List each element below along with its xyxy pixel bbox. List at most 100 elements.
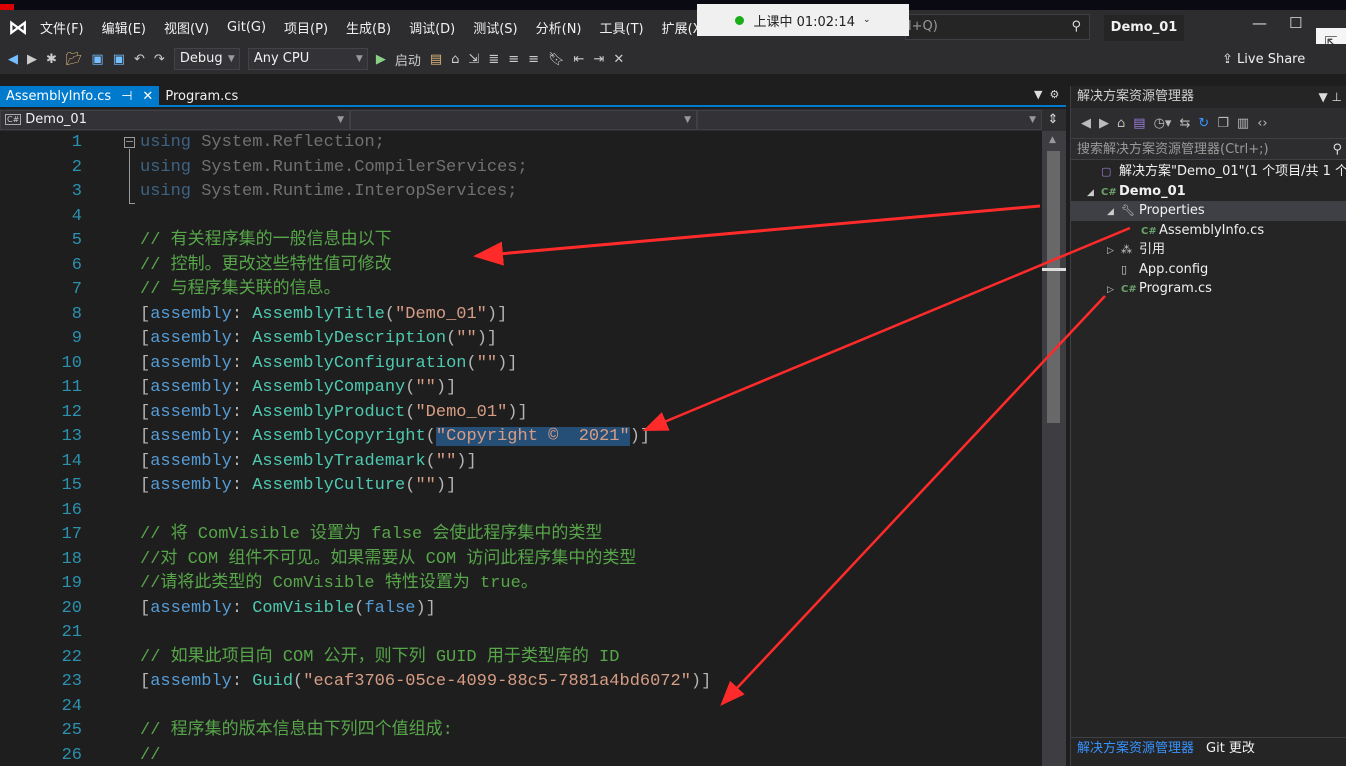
search-icon[interactable]: ⚲: [1071, 15, 1081, 39]
play-icon[interactable]: ▶: [376, 52, 386, 67]
code-line[interactable]: [assembly: Guid("ecaf3706-05ce-4099-88c5…: [140, 670, 711, 695]
tab-solution-explorer[interactable]: 解决方案资源管理器: [1071, 738, 1200, 760]
pin-icon[interactable]: ⊣: [121, 89, 132, 104]
code-line[interactable]: // 控制。更改这些特性值可修改: [140, 254, 711, 279]
pending-changes-icon[interactable]: ◷▾: [1154, 116, 1172, 131]
tree-item[interactable]: ▯ App.config: [1071, 260, 1346, 280]
tree-item[interactable]: C# AssemblyInfo.cs: [1071, 221, 1346, 241]
prev-bookmark-icon[interactable]: ⇤: [574, 52, 585, 67]
bookmark-icon[interactable]: 🔖︎: [548, 52, 565, 67]
back-icon[interactable]: ◀: [1081, 116, 1091, 131]
code-line[interactable]: // 有关程序集的一般信息由以下: [140, 229, 711, 254]
search-input[interactable]: l+Q) ⚲: [905, 14, 1090, 40]
code-line[interactable]: //请将此类型的 ComVisible 特性设置为 true。: [140, 572, 711, 597]
code-line[interactable]: [140, 205, 711, 230]
sync-icon[interactable]: ⇆: [1179, 116, 1190, 131]
forward-icon[interactable]: ▶: [27, 52, 37, 67]
code-line[interactable]: [assembly: AssemblyProduct("Demo_01")]: [140, 401, 711, 426]
open-file-icon[interactable]: 📂︎: [66, 52, 83, 67]
menu-tools[interactable]: 工具(T): [600, 18, 644, 37]
vertical-scrollbar[interactable]: ▲: [1042, 131, 1066, 766]
collapse-all-icon[interactable]: ❐: [1217, 116, 1229, 131]
code-line[interactable]: [140, 695, 711, 720]
format-icon[interactable]: ≣: [488, 52, 499, 67]
menu-view[interactable]: 视图(V): [164, 18, 209, 37]
code-line[interactable]: [assembly: AssemblyConfiguration("")]: [140, 352, 711, 377]
code-editor[interactable]: 1 2 3 4 5 6 7 8 9 10 11 12 13 14 15 16 17 18 19 20 21 22 23 24 2…: [0, 131, 1042, 766]
scrollbar-thumb[interactable]: [1047, 151, 1060, 423]
project-dropdown[interactable]: C# Demo_01 ▼: [0, 110, 350, 130]
show-all-files-icon[interactable]: ▥: [1237, 116, 1249, 131]
dropdown-icon[interactable]: ▼: [1318, 90, 1327, 104]
code-line[interactable]: [assembly: AssemblyTrademark("")]: [140, 450, 711, 475]
tab-list-dropdown-icon[interactable]: ▼: [1034, 88, 1042, 101]
menu-git[interactable]: Git(G): [227, 20, 266, 35]
configuration-select[interactable]: Debug ▼: [173, 48, 240, 70]
menu-edit[interactable]: 编辑(E): [102, 18, 146, 37]
uncomment-icon[interactable]: ≡: [528, 52, 539, 67]
forward-icon[interactable]: ▶: [1099, 116, 1109, 131]
tab-program[interactable]: Program.cs: [159, 86, 244, 107]
pin-icon[interactable]: ⊥: [1332, 90, 1342, 104]
code-line[interactable]: //: [140, 744, 711, 766]
tree-item[interactable]: ◢ C# Demo_01: [1071, 182, 1346, 202]
save-icon[interactable]: ▣: [91, 52, 103, 67]
comment-icon[interactable]: ≡: [508, 52, 519, 67]
scroll-up-icon[interactable]: ▲: [1049, 135, 1056, 145]
code-line[interactable]: [assembly: AssemblyTitle("Demo_01")]: [140, 303, 711, 328]
code-line[interactable]: // 如果此项目向 COM 公开，则下列 GUID 用于类型库的 ID: [140, 646, 711, 671]
switch-views-icon[interactable]: ▤: [1133, 116, 1145, 131]
step-icon[interactable]: ⇲: [468, 52, 479, 67]
menu-file[interactable]: 文件(F): [40, 18, 84, 37]
expander-icon[interactable]: ▷: [1107, 281, 1121, 301]
recording-indicator[interactable]: 上课中 01:02:14 ⌄: [697, 4, 909, 36]
find-in-files-icon[interactable]: ▤: [430, 52, 442, 67]
menu-project[interactable]: 项目(P): [284, 18, 328, 37]
collapse-icon[interactable]: −: [124, 136, 135, 148]
code-line[interactable]: [140, 621, 711, 646]
chevron-down-icon[interactable]: ⌄: [863, 15, 871, 25]
clear-bookmarks-icon[interactable]: ✕: [613, 52, 624, 67]
save-all-icon[interactable]: ▣: [113, 52, 125, 67]
type-dropdown[interactable]: ▼: [350, 110, 697, 130]
redo-icon[interactable]: ↷: [154, 52, 165, 67]
refresh-icon[interactable]: ↻: [1198, 116, 1209, 131]
code-line[interactable]: [assembly: AssemblyCulture("")]: [140, 474, 711, 499]
close-icon[interactable]: ✕: [142, 89, 153, 104]
home-icon[interactable]: ⌂: [1117, 116, 1125, 131]
next-bookmark-icon[interactable]: ⇥: [593, 52, 604, 67]
code-line[interactable]: // 程序集的版本信息由下列四个值组成:: [140, 719, 711, 744]
code-line[interactable]: using System.Runtime.InteropServices;: [140, 180, 711, 205]
platform-select[interactable]: Any CPU ▼: [247, 48, 368, 70]
code-line[interactable]: //对 COM 组件不可见。如果需要从 COM 访问此程序集中的类型: [140, 548, 711, 573]
code-line[interactable]: // 将 ComVisible 设置为 false 会使此程序集中的类型: [140, 523, 711, 548]
menu-analyze[interactable]: 分析(N): [536, 18, 582, 37]
maximize-icon[interactable]: ☐: [1289, 14, 1302, 32]
menu-build[interactable]: 生成(B): [346, 18, 391, 37]
minimize-icon[interactable]: —: [1252, 14, 1267, 32]
code-view-icon[interactable]: ‹›: [1257, 116, 1267, 131]
tab-assemblyinfo[interactable]: AssemblyInfo.cs ⊣ ✕: [0, 86, 160, 107]
tab-git-changes[interactable]: Git 更改: [1200, 738, 1261, 760]
menu-debug[interactable]: 调试(D): [409, 18, 455, 37]
code-line[interactable]: [assembly: AssemblyDescription("")]: [140, 327, 711, 352]
tree-item[interactable]: ▷ ⁂ 引用: [1071, 240, 1346, 260]
live-share-button[interactable]: ⇪ Live Share: [1222, 52, 1305, 67]
tree-item[interactable]: ▷ C# Program.cs: [1071, 279, 1346, 299]
code-line[interactable]: [assembly: ComVisible(false)]: [140, 597, 711, 622]
tree-item[interactable]: ▢ 解决方案"Demo_01"(1 个项目/共 1 个): [1071, 162, 1346, 182]
code-line[interactable]: [assembly: AssemblyCopyright("Copyright …: [140, 425, 711, 450]
code-line[interactable]: using System.Runtime.CompilerServices;: [140, 156, 711, 181]
member-dropdown[interactable]: ▼: [697, 110, 1042, 130]
solution-search-input[interactable]: 搜索解决方案资源管理器(Ctrl+;) ⚲: [1071, 138, 1346, 160]
code-line[interactable]: using System.Reflection;: [140, 131, 711, 156]
home-icon[interactable]: ⌂: [451, 52, 459, 67]
gear-icon[interactable]: ⚙: [1049, 88, 1059, 101]
new-project-icon[interactable]: ✱: [46, 52, 57, 67]
back-icon[interactable]: ◀: [8, 52, 18, 67]
code-line[interactable]: // 与程序集关联的信息。: [140, 278, 711, 303]
code-line[interactable]: [assembly: AssemblyCompany("")]: [140, 376, 711, 401]
search-icon[interactable]: ⚲: [1332, 139, 1342, 161]
undo-icon[interactable]: ↶: [134, 52, 145, 67]
start-button[interactable]: 启动: [395, 50, 421, 69]
